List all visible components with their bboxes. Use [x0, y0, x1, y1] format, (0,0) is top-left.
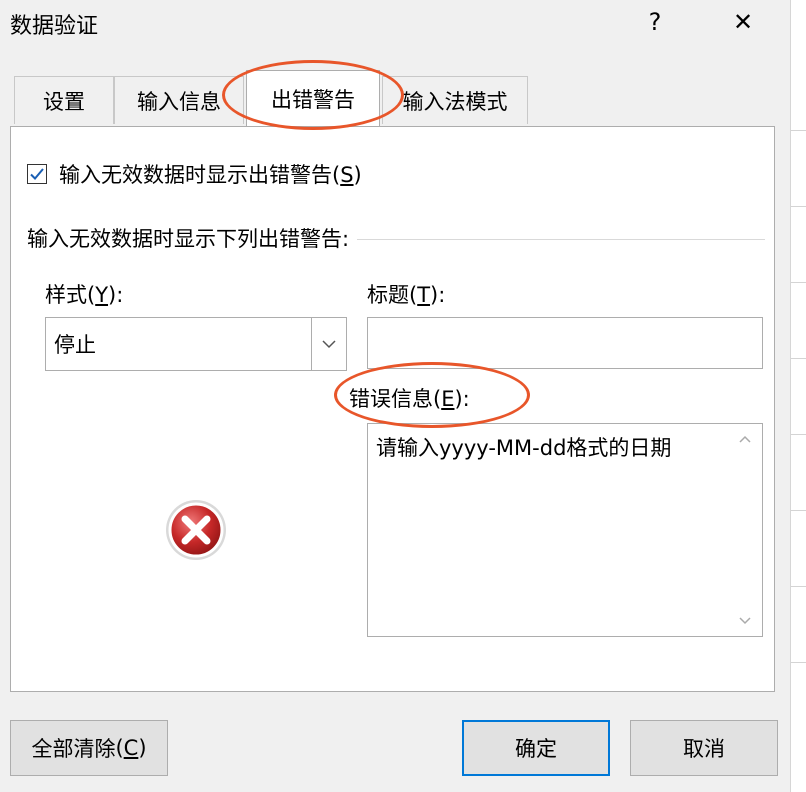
group-label: 输入无效数据时显示下列出错警告: — [27, 223, 358, 253]
error-message-text: 请输入yyyy-MM-dd格式的日期 — [376, 436, 672, 460]
clear-all-button[interactable]: 全部清除(C) — [10, 720, 168, 776]
tab-input-message[interactable]: 输入信息 — [114, 76, 244, 124]
error-message-label: 错误信息(E): — [349, 387, 470, 411]
scroll-down-button[interactable] — [736, 612, 754, 630]
help-button[interactable]: ? — [630, 0, 680, 44]
data-validation-dialog: 数据验证 ? ✕ 设置 输入信息 出错警告 输入法模式 输入无效数据时显示出错警… — [0, 0, 790, 792]
error-alert-panel: 输入无效数据时显示出错警告(S) 输入无效数据时显示下列出错警告: 样式(Y):… — [10, 126, 775, 692]
scroll-up-button[interactable] — [736, 430, 754, 448]
background-sheet-edge — [790, 0, 806, 792]
tab-settings[interactable]: 设置 — [14, 76, 114, 124]
tab-settings-label: 设置 — [43, 89, 85, 114]
checkmark-icon — [30, 168, 44, 180]
close-icon: ✕ — [732, 8, 754, 36]
tab-error-alert-label: 出错警告 — [271, 87, 355, 112]
show-error-alert-checkbox[interactable] — [27, 164, 47, 184]
chevron-down-icon — [322, 340, 336, 349]
style-dropdown-value: 停止 — [54, 333, 96, 357]
cancel-label: 取消 — [683, 737, 725, 761]
chevron-down-icon — [739, 617, 751, 625]
dropdown-toggle[interactable] — [311, 318, 346, 370]
clear-all-accel: C — [123, 736, 139, 760]
chevron-up-icon — [739, 435, 751, 443]
title-input[interactable] — [367, 317, 763, 369]
ok-label: 确定 — [515, 737, 557, 761]
show-error-alert-label: 输入无效数据时显示出错警告(S) — [59, 163, 362, 187]
clear-all-label: 全部清除 — [31, 737, 116, 761]
style-label: 样式(Y): — [45, 283, 124, 307]
tab-error-alert[interactable]: 出错警告 — [246, 70, 380, 126]
tab-strip: 设置 输入信息 出错警告 输入法模式 — [10, 70, 775, 126]
tab-ime-mode-label: 输入法模式 — [402, 89, 508, 114]
tab-input-message-label: 输入信息 — [137, 89, 221, 114]
close-button[interactable]: ✕ — [718, 0, 768, 44]
cancel-button[interactable]: 取消 — [630, 720, 778, 776]
textarea-scrollbar[interactable] — [728, 424, 762, 636]
stop-error-icon — [166, 500, 226, 560]
show-error-alert-option[interactable]: 输入无效数据时显示出错警告(S) — [27, 159, 362, 189]
style-dropdown[interactable]: 停止 — [45, 317, 347, 371]
help-icon: ? — [648, 8, 662, 36]
title-label: 标题(T): — [367, 283, 446, 307]
dialog-title: 数据验证 — [10, 14, 99, 39]
error-message-textarea[interactable]: 请输入yyyy-MM-dd格式的日期 — [367, 423, 763, 637]
ok-button[interactable]: 确定 — [462, 720, 610, 776]
tab-ime-mode[interactable]: 输入法模式 — [382, 76, 528, 124]
